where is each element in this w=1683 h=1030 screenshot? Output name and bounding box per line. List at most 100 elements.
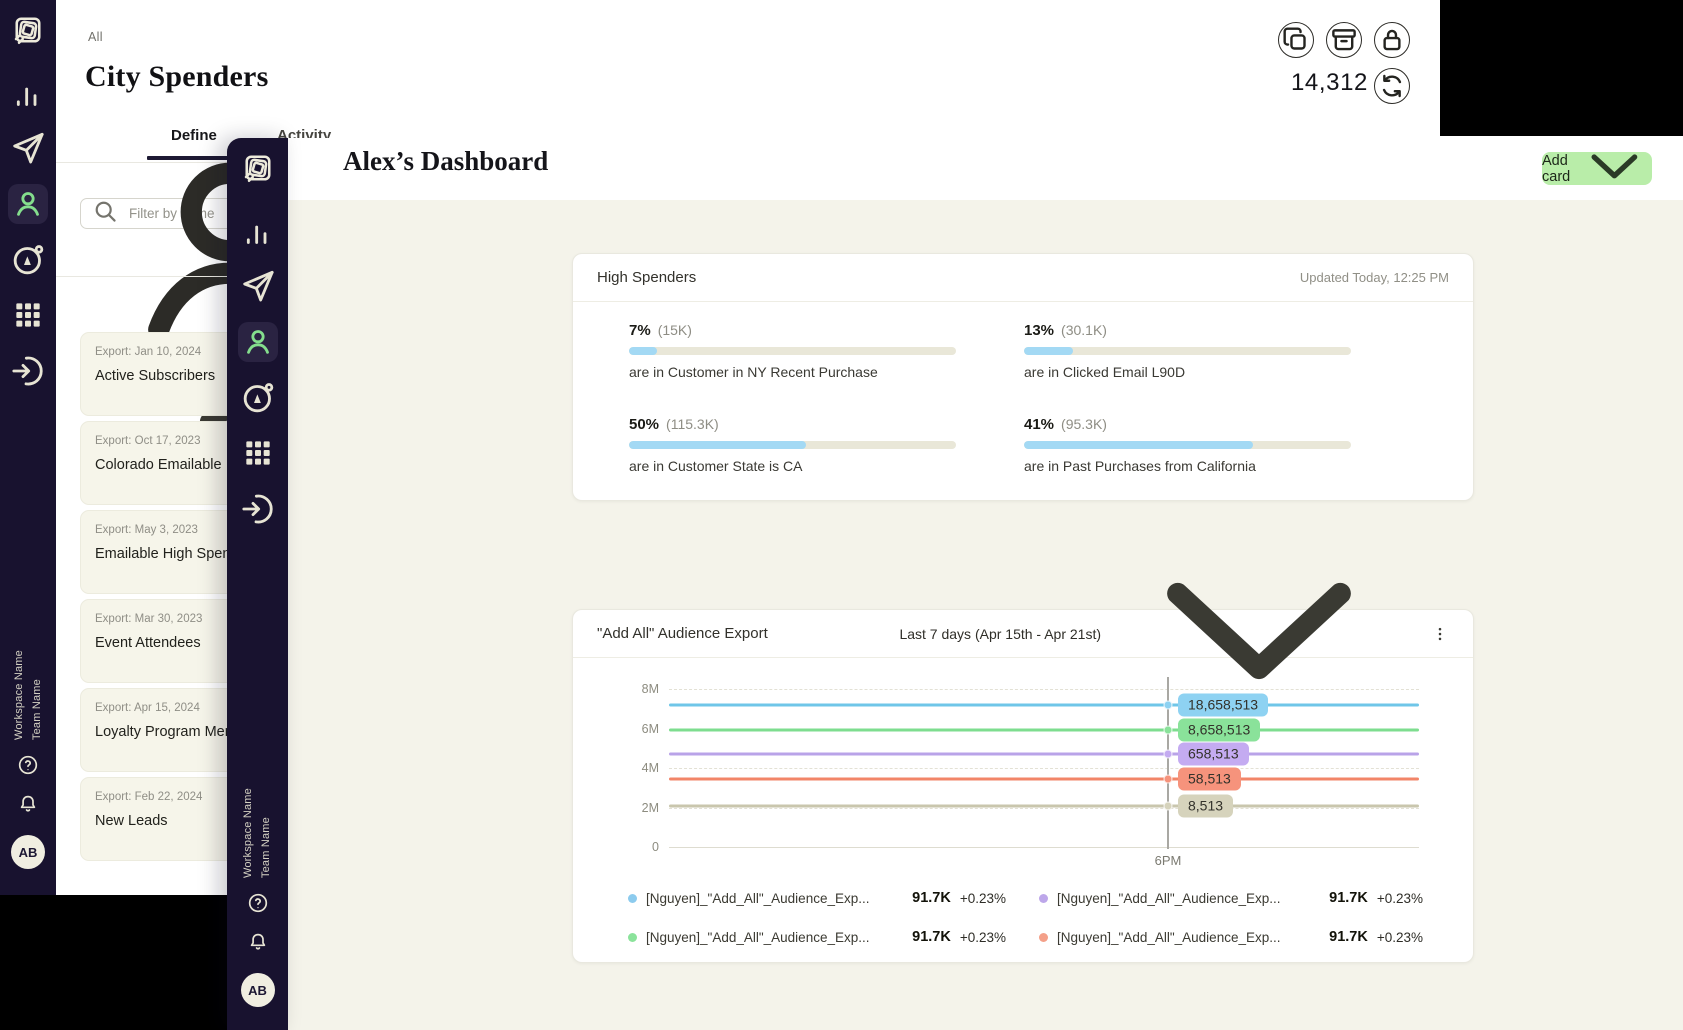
legend-row[interactable]: [Nguyen]_"Add_All"_Audience_Exp... 91.7K +… — [628, 926, 1006, 948]
value-pill: 18,658,513 — [1178, 693, 1268, 716]
stat-label: are in Past Purchases from California — [1024, 458, 1351, 474]
high-spenders-card: High Spenders Updated Today, 12:25 PM 7%… — [572, 253, 1474, 501]
data-point-marker — [1164, 700, 1173, 709]
archive-button[interactable] — [1326, 22, 1362, 58]
audience-export-card: "Add All" Audience Export Last 7 days (A… — [572, 609, 1474, 963]
stat-count: (115.3K) — [666, 416, 719, 432]
legend-change: +0.23% — [1377, 930, 1423, 945]
series-line — [669, 778, 1419, 781]
data-point-marker — [1164, 775, 1173, 784]
legend-row[interactable]: [Nguyen]_"Add_All"_Audience_Exp...91.7K+… — [1039, 887, 1423, 909]
sidebar-audience-icon[interactable] — [8, 184, 48, 224]
sidebar-analytics-icon[interactable] — [8, 77, 48, 117]
app-screen: All City Spenders Define Activity 14,312… — [0, 0, 1683, 1030]
stat-percent: 50% — [629, 416, 659, 433]
legend-value: 91.7K — [1329, 890, 1368, 906]
sidebar-apps-grid-icon[interactable] — [8, 295, 48, 335]
y-axis-tick: 8M — [609, 682, 659, 696]
sidebar-campaigns-icon[interactable] — [8, 240, 48, 280]
progress-bar — [629, 347, 956, 355]
stat-label: are in Customer State is CA — [629, 458, 956, 474]
brand-logo-icon[interactable] — [10, 12, 46, 48]
audience-stat: 41% (95.3K) are in Past Purchases from Cal… — [1024, 416, 1351, 474]
workspace-team-label: Workspace NameTeam Name — [0, 626, 56, 740]
stat-percent: 13% — [1024, 322, 1054, 339]
legend-series-name: [Nguyen]_"Add_All"_Audience_Exp... — [646, 891, 902, 906]
workspace-team-label: Workspace NameTeam Name — [227, 764, 288, 878]
page-title: City Spenders — [85, 60, 268, 94]
breadcrumb[interactable]: All — [88, 30, 103, 44]
series-line — [669, 804, 1419, 807]
legend-change: +0.23% — [1377, 891, 1423, 906]
progress-bar — [1024, 441, 1351, 449]
series-line — [669, 729, 1419, 732]
legend-value: 91.7K — [912, 890, 951, 906]
y-axis-tick: 6M — [609, 722, 659, 736]
value-pill: 8,513 — [1178, 794, 1233, 817]
legend-series-name: [Nguyen]_"Add_All"_Audience_Exp... — [646, 930, 902, 945]
value-pill: 8,658,513 — [1178, 719, 1260, 742]
series-line — [669, 753, 1419, 756]
x-axis-cursor-label: 6PM — [1138, 853, 1198, 868]
card-header: High Spenders Updated Today, 12:25 PM — [573, 254, 1473, 302]
series-line — [669, 703, 1419, 706]
bell-icon[interactable] — [246, 930, 270, 954]
avatar[interactable]: AB — [241, 973, 275, 1007]
sidebar-sign-in-icon[interactable] — [8, 351, 48, 391]
legend-dot — [1039, 933, 1048, 942]
audience-stat: 50% (115.3K) are in Customer State is CA — [629, 416, 956, 474]
legend-change: +0.23% — [960, 930, 1006, 945]
refresh-button[interactable] — [1374, 68, 1410, 104]
copy-button[interactable] — [1278, 22, 1314, 58]
avatar[interactable]: AB — [11, 835, 45, 869]
dashboard-title: Alex’s Dashboard — [343, 146, 548, 177]
sidebar-send-icon[interactable] — [238, 266, 278, 306]
legend-row[interactable]: [Nguyen]_"Add_All"_Audience_Exp... 91.7K +… — [1039, 926, 1423, 948]
legend-change: +0.23% — [960, 891, 1006, 906]
y-axis-tick: 0 — [609, 840, 659, 854]
stat-label: are in Clicked Email L90D — [1024, 364, 1351, 380]
card-title: High Spenders — [597, 269, 696, 286]
redacted-area — [1440, 0, 1683, 136]
stat-percent: 41% — [1024, 416, 1054, 433]
progress-bar — [1024, 347, 1351, 355]
legend-dot — [628, 933, 637, 942]
header-action-buttons — [1278, 22, 1410, 58]
add-card-label: Add card — [1542, 153, 1570, 185]
audience-count: 14,312 — [1236, 69, 1368, 97]
add-card-button[interactable]: Add card — [1542, 152, 1652, 185]
legend-row[interactable]: [Nguyen]_"Add_All"_Audience_Exp... 91.7K +… — [628, 887, 1006, 909]
bell-icon[interactable] — [16, 792, 40, 816]
stat-count: (15K) — [658, 322, 692, 338]
audience-stat: 13%(30.1K)are in Clicked Email L90D — [1024, 322, 1351, 380]
value-pill: 658,513 — [1178, 743, 1249, 766]
help-icon[interactable] — [246, 891, 270, 915]
sidebar-audience-icon[interactable] — [238, 322, 278, 362]
stat-count: (95.3K) — [1061, 416, 1107, 432]
help-icon[interactable] — [16, 753, 40, 777]
legend-dot — [628, 894, 637, 903]
divider — [56, 276, 227, 277]
sidebar-campaigns-icon[interactable] — [238, 378, 278, 418]
lock-button[interactable] — [1374, 22, 1410, 58]
line-chart: 8M6M4M2M018,658,5138,658,513658,51358,51… — [573, 610, 1473, 962]
overlay-sidebar: Workspace NameTeam Name AB — [227, 138, 288, 1030]
audience-stat: 7%(15K)are in Customer in NY Recent Purc… — [629, 322, 956, 380]
sidebar-sign-in-icon[interactable] — [238, 489, 278, 529]
value-pill: 58,513 — [1178, 768, 1241, 791]
gridline — [669, 689, 1419, 690]
sidebar-send-icon[interactable] — [8, 128, 48, 168]
sidebar-apps-grid-icon[interactable] — [238, 433, 278, 473]
legend-value: 91.7K — [1329, 929, 1368, 945]
legend-value: 91.7K — [912, 929, 951, 945]
sidebar-analytics-icon[interactable] — [238, 215, 278, 255]
gridline — [669, 808, 1419, 809]
brand-logo-icon[interactable] — [240, 150, 276, 186]
gridline — [669, 768, 1419, 769]
card-updated-timestamp: Updated Today, 12:25 PM — [1300, 270, 1449, 285]
legend-series-name: [Nguyen]_"Add_All"_Audience_Exp... — [1057, 930, 1319, 945]
primary-sidebar: Workspace NameTeam Name AB — [0, 0, 56, 1030]
data-point-marker — [1164, 750, 1173, 759]
data-point-marker — [1164, 801, 1173, 810]
legend-dot — [1039, 894, 1048, 903]
